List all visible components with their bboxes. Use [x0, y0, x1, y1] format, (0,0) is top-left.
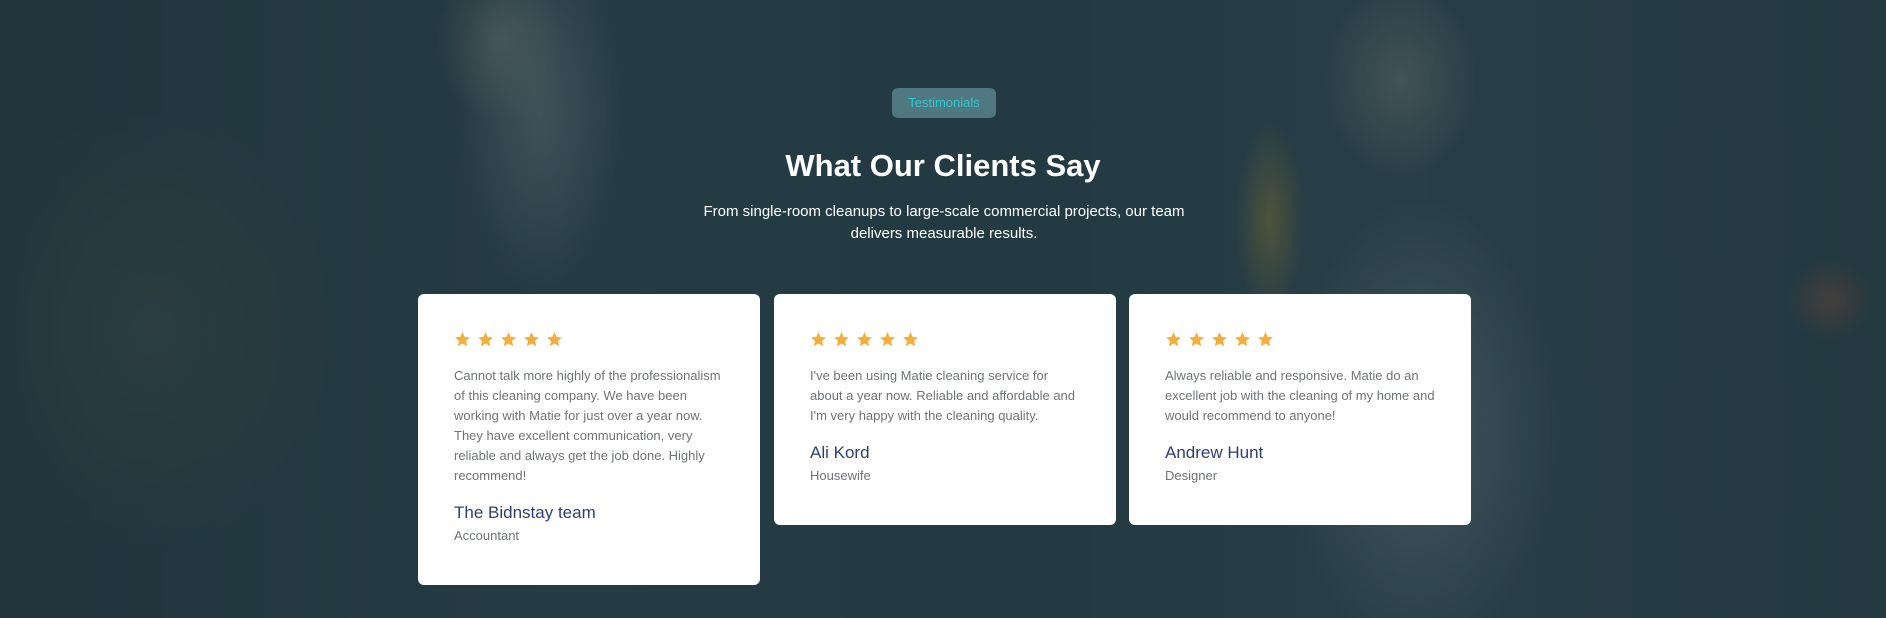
testimonial-card: Always reliable and responsive. Matie do…	[1129, 294, 1471, 525]
testimonial-author-name: Andrew Hunt	[1165, 443, 1264, 462]
testimonial-author-role: Designer	[1165, 468, 1218, 483]
star-icon	[834, 331, 849, 346]
section-title: What Our Clients Say	[785, 148, 1101, 183]
star-icon	[547, 331, 562, 346]
testimonial-quote: Cannot talk more highly of the professio…	[454, 368, 721, 483]
testimonial-card: I've been using Matie cleaning service f…	[774, 294, 1116, 525]
rating-stars	[454, 329, 724, 349]
star-icon	[524, 331, 539, 346]
star-icon	[1166, 331, 1181, 346]
star-icon	[501, 331, 516, 346]
star-icon	[903, 331, 918, 346]
testimonial-author-name: The Bidnstay team	[454, 503, 596, 522]
star-icon	[857, 331, 872, 346]
star-icon	[880, 331, 895, 346]
star-icon	[1189, 331, 1204, 346]
star-icon	[1212, 331, 1227, 346]
section-badge: Testimonials	[892, 88, 996, 118]
testimonial-card: Cannot talk more highly of the professio…	[418, 294, 760, 585]
section-subtitle: From single-room cleanups to large-scale…	[703, 203, 1185, 242]
star-icon	[455, 331, 470, 346]
rating-stars	[1165, 329, 1435, 349]
star-icon	[478, 331, 493, 346]
star-icon	[811, 331, 826, 346]
testimonial-author-name: Ali Kord	[810, 443, 870, 462]
star-icon	[1258, 331, 1273, 346]
star-icon	[1235, 331, 1250, 346]
testimonials-section: Testimonials What Our Clients Say From s…	[0, 0, 1886, 618]
testimonial-author-role: Housewife	[810, 468, 871, 483]
rating-stars	[810, 329, 1080, 349]
testimonial-author-role: Accountant	[454, 528, 520, 543]
testimonial-quote: Always reliable and responsive. Matie do…	[1165, 368, 1435, 423]
testimonial-quote: I've been using Matie cleaning service f…	[810, 368, 1076, 423]
